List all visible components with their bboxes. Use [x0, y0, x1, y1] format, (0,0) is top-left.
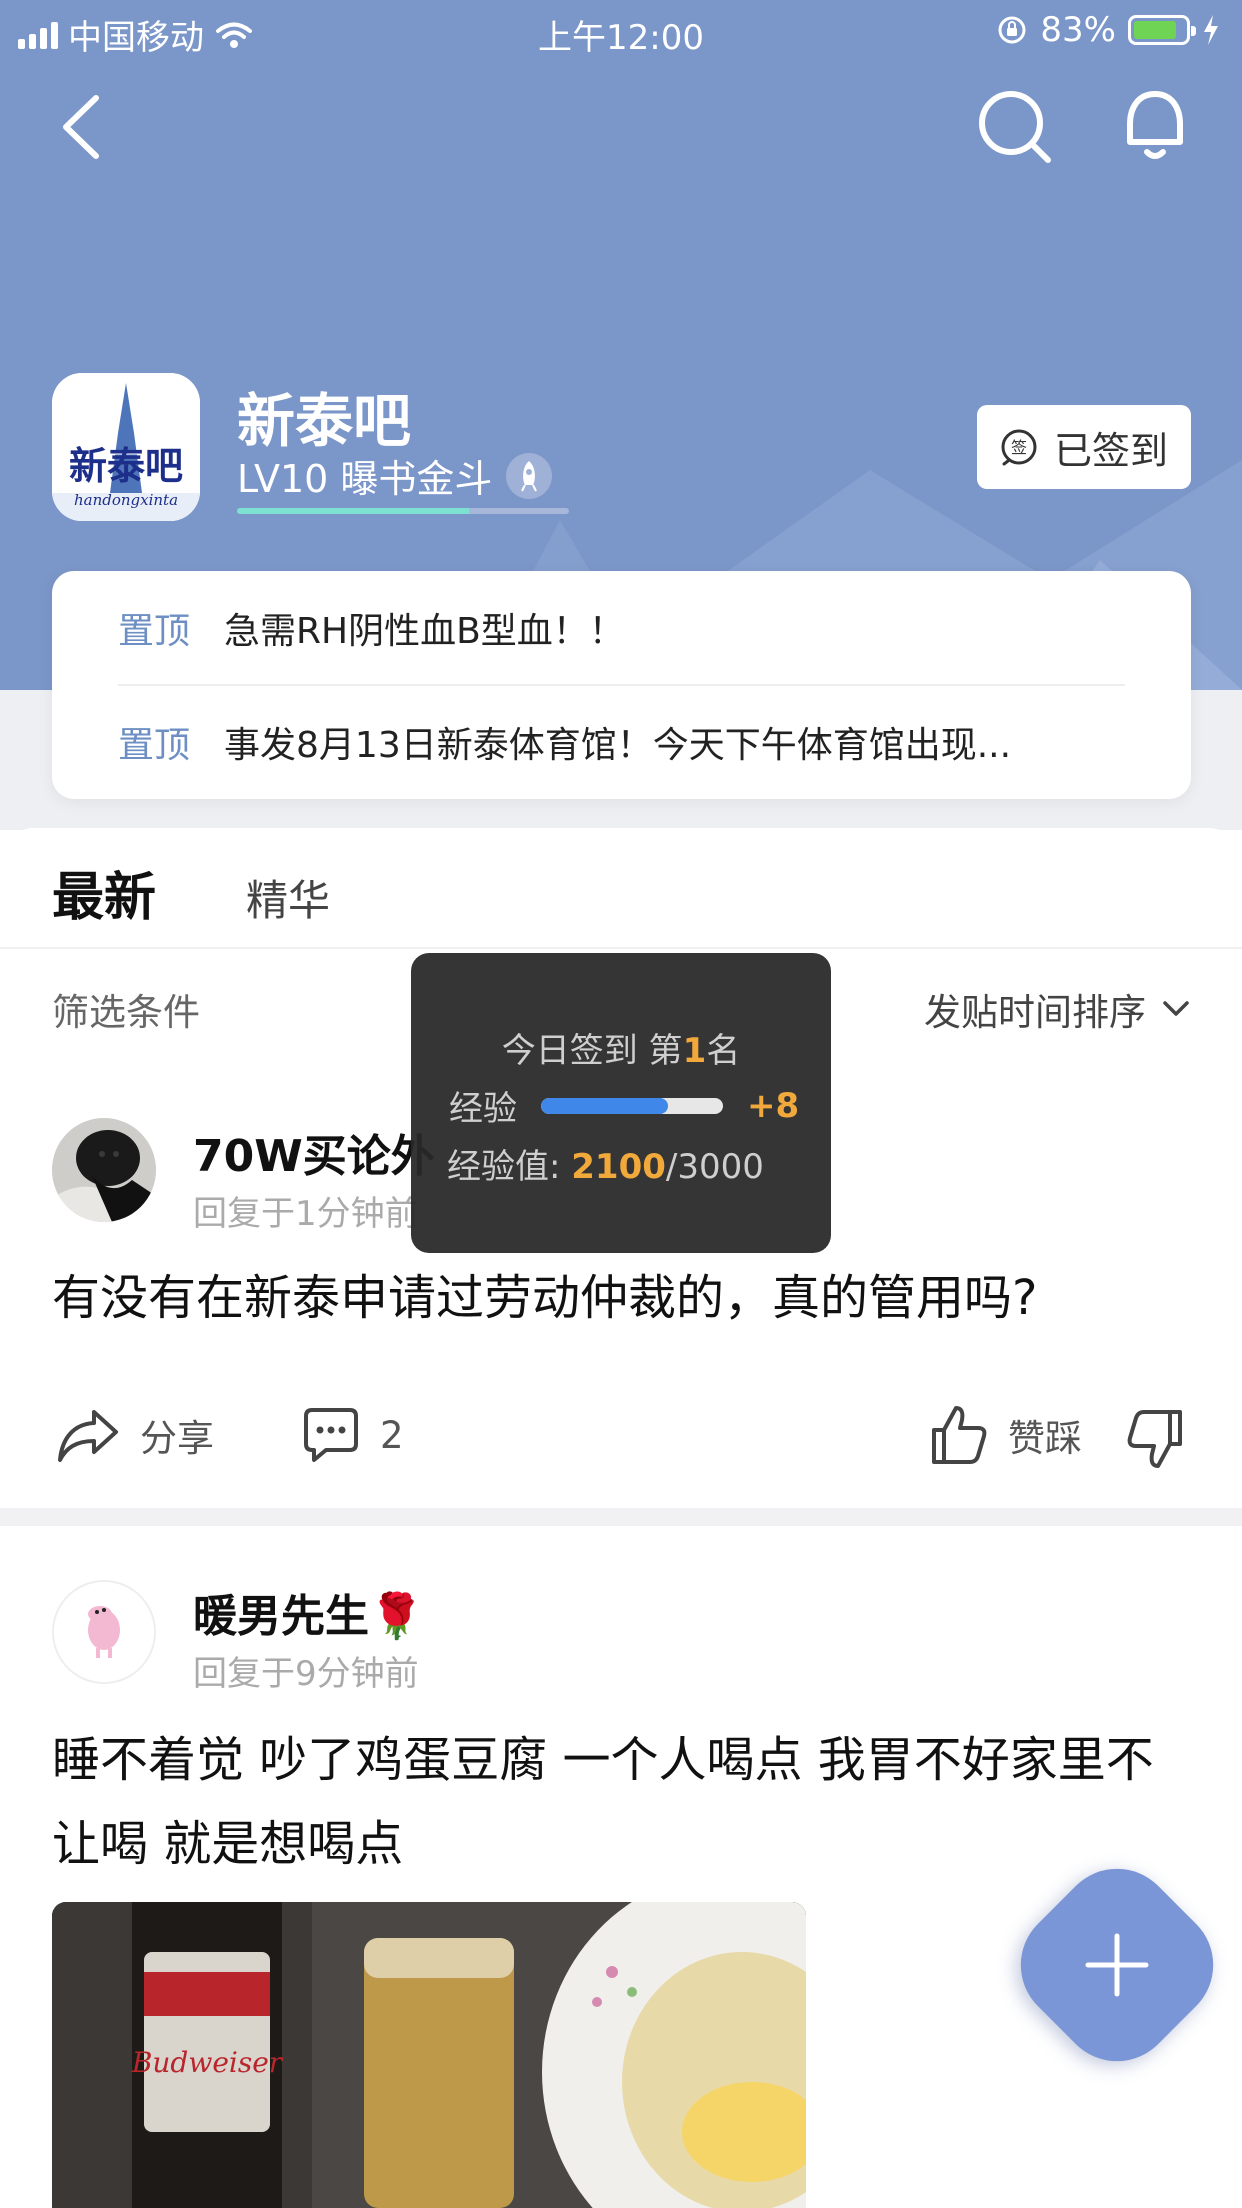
post-actions: 分享 2 赞踩 [0, 1388, 1242, 1488]
rank-suffix: 名 [706, 1031, 741, 1071]
share-button[interactable]: 分享 [56, 1406, 214, 1464]
exp-total: 经验值: 2100/3000 [447, 1139, 764, 1188]
battery-fill [1134, 21, 1176, 39]
back-icon[interactable] [58, 92, 104, 162]
battery-percent: 83% [1040, 10, 1116, 50]
tab-latest[interactable]: 最新 [52, 855, 156, 930]
upvote-button[interactable]: 赞踩 [930, 1404, 1082, 1466]
avatar[interactable] [52, 1580, 156, 1684]
pinned-tag: 置顶 [118, 725, 191, 766]
exp-label: 经验 [449, 1089, 517, 1129]
pinned-posts-card: 置顶 急需RH阴性血B型血！！ 置顶 事发8月13日新泰体育馆！今天下午体育馆出… [52, 571, 1191, 799]
username[interactable]: 暖男先生🌹 [193, 1580, 424, 1644]
rocket-icon [506, 452, 553, 499]
pinned-post[interactable]: 置顶 事发8月13日新泰体育馆！今天下午体育馆出现... [118, 685, 1011, 799]
avatar[interactable] [52, 1118, 156, 1222]
sign-icon: 签 [1001, 429, 1037, 466]
search-icon[interactable] [978, 90, 1052, 164]
forum-level-progress [237, 508, 569, 514]
svg-text:签: 签 [1011, 438, 1027, 457]
rank-number: 1 [682, 1031, 707, 1071]
pinned-post-title: 事发8月13日新泰体育馆！今天下午体育馆出现... [224, 725, 1012, 766]
battery-icon [1128, 15, 1196, 45]
downvote-button[interactable] [1126, 1408, 1184, 1470]
status-bar: 中国移动 上午12:00 83% [0, 0, 1242, 62]
tab-featured[interactable]: 精华 [246, 867, 330, 928]
exp-progress [541, 1097, 723, 1114]
bell-icon[interactable] [1120, 88, 1190, 166]
signed-in-button[interactable]: 签 已签到 [977, 405, 1191, 489]
vote-label: 赞踩 [1008, 1417, 1082, 1460]
sign-in-popup: 今日签到 第1名 经验 +8 经验值: 2100/3000 [411, 953, 831, 1253]
post-time: 回复于1分钟前 [193, 1194, 419, 1234]
signed-in-label: 已签到 [1053, 428, 1168, 473]
svg-text:Budweiser: Budweiser [131, 2046, 284, 2079]
exp-gain: +8 [747, 1085, 800, 1126]
comment-icon [304, 1408, 358, 1462]
comment-count: 2 [380, 1413, 404, 1457]
rank-prefix: 今日签到 第 [501, 1031, 683, 1071]
forum-level-text: LV10 曝书金斗 [237, 457, 493, 501]
chevron-down-icon [1163, 1001, 1189, 1016]
exp-current: 2100 [571, 1147, 666, 1187]
filter-button[interactable]: 筛选条件 [52, 982, 200, 1036]
avatar-image [88, 1606, 120, 1658]
sort-label: 发贴时间排序 [924, 991, 1146, 1034]
share-label: 分享 [140, 1417, 214, 1460]
forum-avatar-text: 新泰吧 [68, 443, 183, 488]
exp-row: 经验 +8 [449, 1081, 799, 1130]
forum-avatar-subtext: handongxinta [73, 491, 179, 509]
avatar-image [52, 1118, 156, 1222]
sign-in-rank: 今日签到 第1名 [411, 1023, 831, 1072]
post-time: 回复于9分钟前 [193, 1654, 419, 1694]
plus-icon[interactable] [1032, 1880, 1202, 2050]
forum-level-progress-fill [237, 508, 470, 514]
post-separator [0, 1508, 1242, 1526]
exp-total-label: 经验值: [447, 1147, 572, 1187]
forum-avatar[interactable]: 新泰吧 handongxinta [52, 373, 200, 521]
pinned-post[interactable]: 置顶 急需RH阴性血B型血！！ [118, 571, 625, 685]
tab-divider [0, 947, 1242, 949]
username[interactable]: 70W买论外 [193, 1120, 435, 1184]
forum-name: 新泰吧 [237, 387, 412, 455]
post-title[interactable]: 有没有在新泰申请过劳动仲裁的，真的管用吗? [52, 1256, 1192, 1340]
charging-icon [1204, 15, 1218, 45]
post-image[interactable]: Budweiser [52, 1902, 806, 2208]
exp-max: /3000 [665, 1147, 764, 1187]
sort-dropdown[interactable]: 发贴时间排序 [924, 982, 1190, 1036]
exp-progress-fill [541, 1097, 669, 1114]
thumbs-down-icon [1127, 1410, 1182, 1468]
pinned-post-title: 急需RH阴性血B型血！！ [224, 611, 625, 652]
status-right: 83% [996, 10, 1220, 50]
comment-button[interactable]: 2 [302, 1406, 404, 1464]
thumbs-up-icon [932, 1406, 987, 1464]
tab-bar: 最新 精华 [52, 855, 330, 930]
lock-rotation-icon [998, 16, 1026, 44]
pinned-tag: 置顶 [118, 611, 191, 652]
forum-level: LV10 曝书金斗 [237, 448, 553, 503]
post-title[interactable]: 睡不着觉 吵了鸡蛋豆腐 一个人喝点 我胃不好家里不让喝 就是想喝点 [52, 1718, 1192, 1886]
post-photo: Budweiser [52, 1902, 806, 2208]
share-icon [58, 1410, 118, 1462]
